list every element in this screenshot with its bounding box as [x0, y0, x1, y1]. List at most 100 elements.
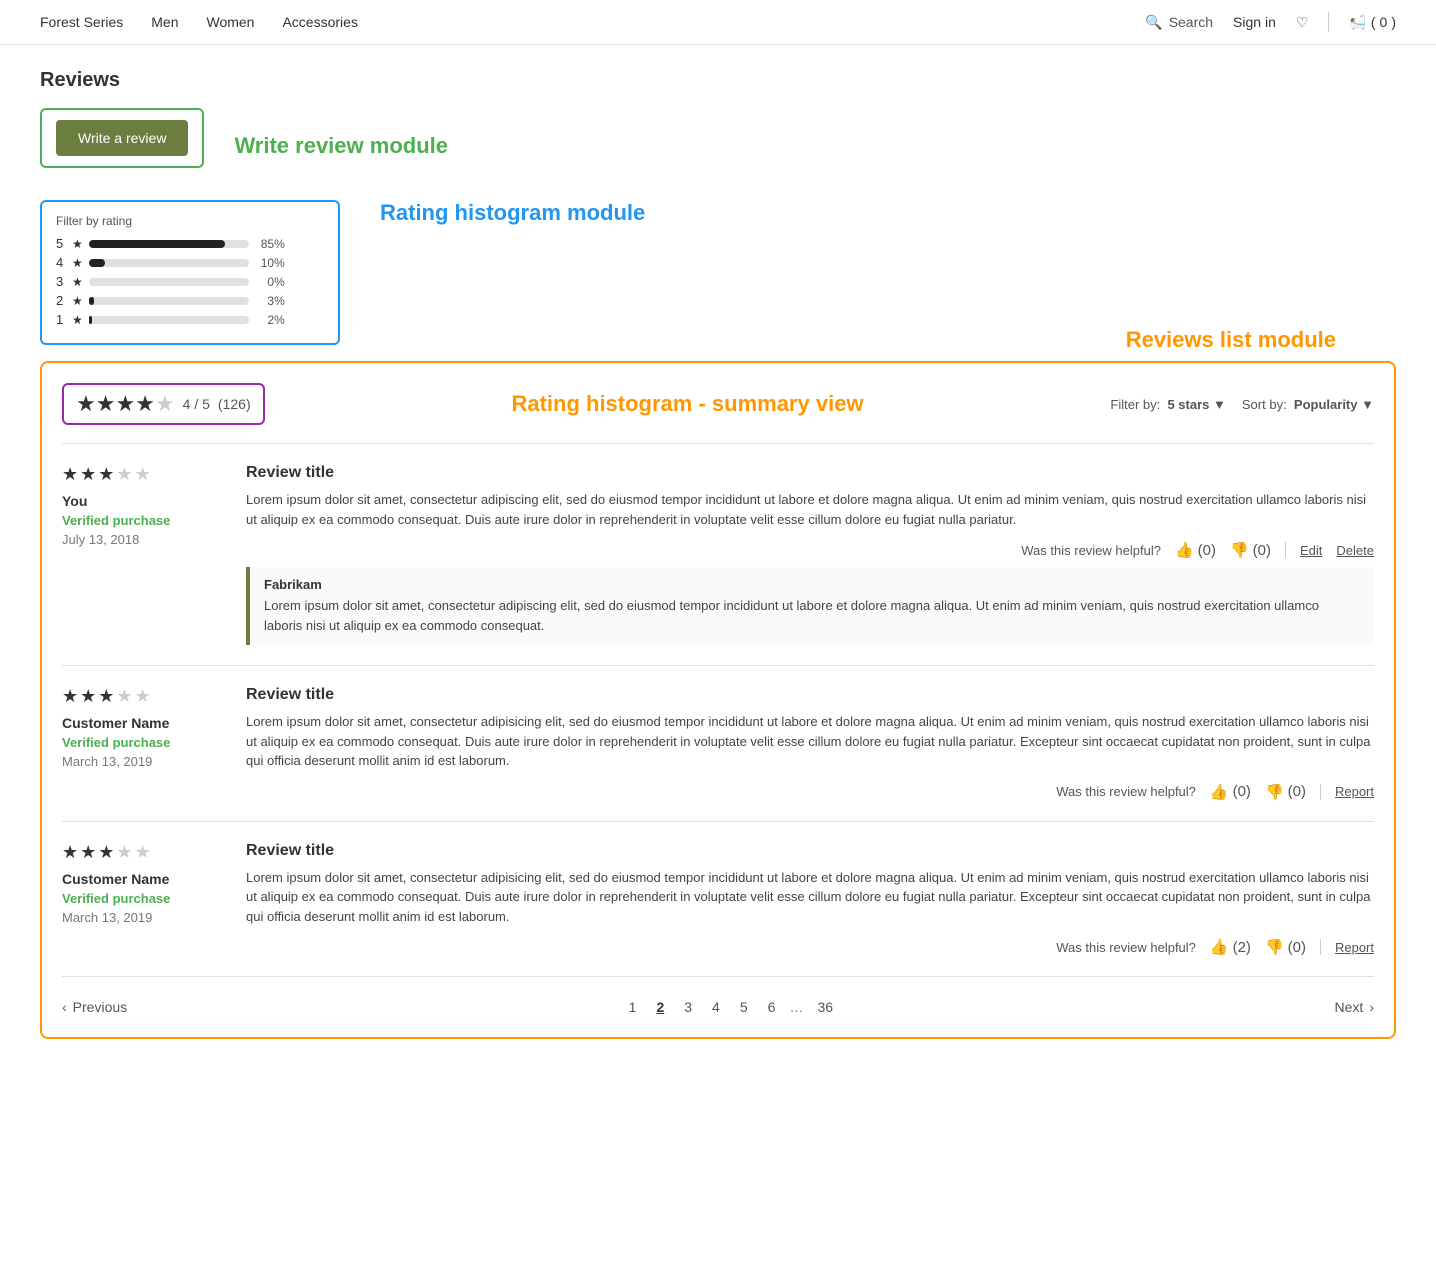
- hist-row-1[interactable]: 1 ★ 2%: [56, 312, 324, 327]
- page-6[interactable]: 6: [762, 997, 782, 1017]
- action-sep-2: [1320, 784, 1321, 800]
- review-body-1: Lorem ipsum dolor sit amet, consectetur …: [246, 490, 1374, 529]
- hist-row-2[interactable]: 2 ★ 3%: [56, 293, 324, 308]
- pagination: ‹ Previous 1 2 3 4 5 6 … 36 Next ›: [62, 976, 1374, 1017]
- review-stars-3: ★ ★ ★ ★ ★: [62, 842, 222, 863]
- star-5: ★: [155, 391, 175, 417]
- action-sep-3: [1320, 939, 1321, 955]
- thumbs-down-icon-2: 👎: [1265, 783, 1284, 801]
- review-right-2: Review title Lorem ipsum dolor sit amet,…: [246, 686, 1374, 801]
- cart-icon[interactable]: 🛀 (0): [1349, 14, 1396, 31]
- star-3: ★: [115, 391, 135, 417]
- upvote-1[interactable]: 👍 (0): [1175, 541, 1216, 559]
- page-last[interactable]: 36: [811, 997, 839, 1017]
- histogram-row: Filter by rating 5 ★ 85% 4 ★ 10% 3 ★ 0%: [40, 200, 1396, 345]
- review-left-1: ★ ★ ★ ★ ★ You Verified purchase July 13,…: [62, 464, 222, 645]
- reviewer-name-3: Customer Name: [62, 871, 222, 887]
- verified-badge-3: Verified purchase: [62, 891, 222, 906]
- histogram-filter-title: Filter by rating: [56, 214, 324, 228]
- page-5[interactable]: 5: [734, 997, 754, 1017]
- action-sep-1: [1285, 542, 1286, 558]
- verified-badge-1: Verified purchase: [62, 513, 222, 528]
- upvote-3[interactable]: 👍 (2): [1210, 938, 1251, 956]
- review-date-1: July 13, 2018: [62, 532, 222, 547]
- up-count-3: (2): [1233, 939, 1251, 956]
- review-date-2: March 13, 2019: [62, 754, 222, 769]
- helpful-label-1: Was this review helpful?: [1021, 543, 1161, 558]
- down-count-3: (0): [1288, 939, 1306, 956]
- reviewer-name-2: Customer Name: [62, 715, 222, 731]
- sort-value: Popularity: [1294, 397, 1358, 412]
- review-left-2: ★ ★ ★ ★ ★ Customer Name Verified purchas…: [62, 686, 222, 801]
- sort-by-label: Sort by: Popularity ▼: [1242, 397, 1374, 412]
- fabrikam-response-1: Fabrikam Lorem ipsum dolor sit amet, con…: [246, 567, 1374, 645]
- summary-right: Filter by: 5 stars ▼ Sort by: Popularity…: [1110, 397, 1374, 412]
- downvote-2[interactable]: 👎 (0): [1265, 783, 1306, 801]
- nav-men[interactable]: Men: [151, 14, 178, 30]
- downvote-3[interactable]: 👎 (0): [1265, 938, 1306, 956]
- main-nav: Forest Series Men Women Accessories 🔍 Se…: [0, 0, 1436, 45]
- page-content: Reviews Write a review Write review modu…: [0, 45, 1436, 1063]
- nav-right: 🔍 Search Sign in ♡ 🛀 (0): [1145, 12, 1396, 32]
- hist-row-3[interactable]: 3 ★ 0%: [56, 274, 324, 289]
- delete-link-1[interactable]: Delete: [1336, 543, 1374, 558]
- search-label: Search: [1169, 14, 1213, 30]
- up-count-2: (0): [1233, 783, 1251, 800]
- edit-link-1[interactable]: Edit: [1300, 543, 1322, 558]
- nav-women[interactable]: Women: [206, 14, 254, 30]
- thumbs-up-icon-1: 👍: [1175, 541, 1194, 559]
- review-body-3: Lorem ipsum dolor sit amet, consectetur …: [246, 868, 1374, 927]
- review-stars-1: ★ ★ ★ ★ ★: [62, 464, 222, 485]
- summary-module-label: Rating histogram - summary view: [511, 391, 863, 417]
- review-actions-1: Was this review helpful? 👍 (0) 👎 (0) Edi…: [246, 541, 1374, 559]
- thumbs-down-icon-1: 👎: [1230, 541, 1249, 559]
- prev-button[interactable]: ‹ Previous: [62, 999, 127, 1015]
- reviews-list-section: Reviews list module ★ ★ ★ ★ ★ 4 / 5 (126…: [40, 361, 1396, 1039]
- page-numbers: 1 2 3 4 5 6 … 36: [623, 997, 839, 1017]
- filter-value: 5 stars: [1167, 397, 1209, 412]
- downvote-1[interactable]: 👎 (0): [1230, 541, 1271, 559]
- hist-row-5[interactable]: 5 ★ 85%: [56, 236, 324, 251]
- page-2[interactable]: 2: [650, 997, 670, 1017]
- filter-by-label: Filter by: 5 stars ▼: [1110, 397, 1226, 412]
- chevron-left-icon: ‹: [62, 999, 67, 1015]
- summary-stars: ★ ★ ★ ★ ★: [76, 391, 175, 417]
- write-review-module-label: Write review module: [234, 133, 448, 159]
- write-review-button[interactable]: Write a review: [56, 120, 188, 156]
- review-card-2: ★ ★ ★ ★ ★ Customer Name Verified purchas…: [62, 665, 1374, 821]
- next-button[interactable]: Next ›: [1335, 999, 1374, 1015]
- signin-link[interactable]: Sign in: [1233, 14, 1276, 30]
- review-body-2: Lorem ipsum dolor sit amet, consectetur …: [246, 712, 1374, 771]
- down-count-1: (0): [1253, 542, 1271, 559]
- helpful-label-3: Was this review helpful?: [1056, 940, 1196, 955]
- nav-forest-series[interactable]: Forest Series: [40, 14, 123, 30]
- thumbs-down-icon-3: 👎: [1265, 938, 1284, 956]
- summary-count: (126): [218, 396, 251, 412]
- review-actions-2: Was this review helpful? 👍 (0) 👎 (0) Rep…: [246, 783, 1374, 801]
- report-link-2[interactable]: Report: [1335, 784, 1374, 799]
- write-review-module: Write a review: [40, 108, 204, 168]
- histogram-module-label: Rating histogram module: [380, 200, 645, 226]
- page-3[interactable]: 3: [678, 997, 698, 1017]
- page-title: Reviews: [40, 69, 1396, 92]
- report-link-3[interactable]: Report: [1335, 940, 1374, 955]
- thumbs-up-icon-2: 👍: [1210, 783, 1229, 801]
- thumbs-up-filled-icon-3: 👍: [1210, 938, 1229, 956]
- review-right-3: Review title Lorem ipsum dolor sit amet,…: [246, 842, 1374, 957]
- upvote-2[interactable]: 👍 (0): [1210, 783, 1251, 801]
- hist-row-4[interactable]: 4 ★ 10%: [56, 255, 324, 270]
- sort-dropdown-icon[interactable]: ▼: [1361, 397, 1374, 412]
- search-button[interactable]: 🔍 Search: [1145, 14, 1213, 31]
- review-right-1: Review title Lorem ipsum dolor sit amet,…: [246, 464, 1374, 645]
- review-date-3: March 13, 2019: [62, 910, 222, 925]
- nav-accessories[interactable]: Accessories: [282, 14, 357, 30]
- wishlist-icon[interactable]: ♡: [1296, 14, 1309, 31]
- page-4[interactable]: 4: [706, 997, 726, 1017]
- helpful-label-2: Was this review helpful?: [1056, 784, 1196, 799]
- fabrikam-name-1: Fabrikam: [264, 577, 1360, 592]
- reviews-list-module-label: Reviews list module: [1126, 327, 1336, 353]
- filter-dropdown-icon[interactable]: ▼: [1213, 397, 1226, 412]
- write-review-row: Write a review Write review module: [40, 108, 1396, 184]
- page-ellipsis: …: [789, 999, 803, 1015]
- page-1[interactable]: 1: [623, 997, 643, 1017]
